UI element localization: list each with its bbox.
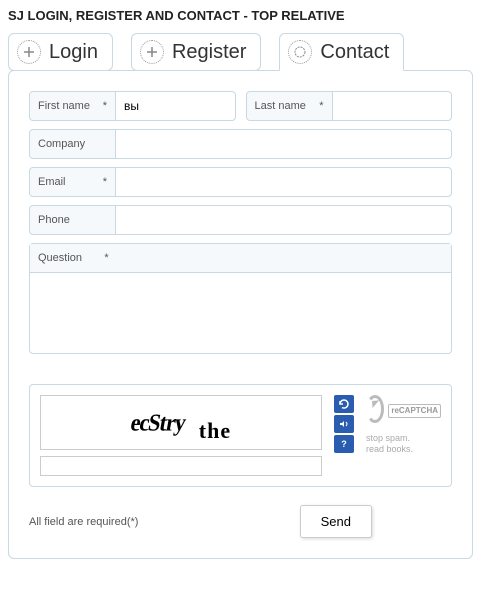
field-first-name: First name *	[29, 91, 236, 121]
field-email: Email *	[29, 167, 452, 197]
required-note: All field are required(*)	[29, 516, 138, 528]
field-company: Company	[29, 129, 452, 159]
captcha-audio-icon[interactable]	[334, 415, 354, 433]
svg-text:?: ?	[341, 439, 347, 449]
contact-icon	[288, 40, 312, 64]
captcha-help-icon[interactable]: ?	[334, 435, 354, 453]
phone-input[interactable]	[115, 206, 451, 234]
captcha-buttons: ?	[334, 395, 354, 453]
register-icon	[140, 40, 164, 64]
send-button[interactable]: Send	[300, 505, 372, 538]
field-question: Question *	[29, 243, 452, 354]
tab-login[interactable]: Login	[8, 33, 113, 71]
label-first-name: First name *	[30, 92, 115, 120]
tabs: Login Register Contact	[8, 33, 492, 71]
tab-register-label: Register	[172, 41, 246, 64]
label-last-name: Last name *	[247, 92, 332, 120]
captcha-widget: ecStry the ? reCAPTCHA stop spam. read b…	[29, 384, 452, 487]
recaptcha-logo-icon	[366, 395, 384, 423]
label-email: Email *	[30, 168, 115, 196]
field-phone: Phone	[29, 205, 452, 235]
login-icon	[17, 40, 41, 64]
tab-register[interactable]: Register	[131, 33, 261, 71]
last-name-input[interactable]	[332, 92, 452, 120]
email-input[interactable]	[115, 168, 451, 196]
contact-panel: First name * Last name * Company Email	[8, 70, 473, 559]
tab-contact-label: Contact	[320, 41, 389, 64]
field-last-name: Last name *	[246, 91, 453, 121]
captcha-input[interactable]	[40, 456, 322, 476]
first-name-input[interactable]	[115, 92, 235, 120]
company-input[interactable]	[115, 130, 451, 158]
label-phone: Phone	[30, 206, 115, 234]
tab-contact[interactable]: Contact	[279, 33, 404, 71]
captcha-refresh-icon[interactable]	[334, 395, 354, 413]
question-textarea[interactable]	[30, 273, 451, 353]
label-company: Company	[30, 130, 115, 158]
captcha-brand: reCAPTCHA stop spam. read books.	[366, 395, 441, 455]
label-question: Question *	[30, 244, 451, 273]
captcha-image: ecStry the	[40, 395, 322, 450]
module-title: SJ LOGIN, REGISTER AND CONTACT - TOP REL…	[8, 8, 492, 23]
tab-login-label: Login	[49, 41, 98, 64]
